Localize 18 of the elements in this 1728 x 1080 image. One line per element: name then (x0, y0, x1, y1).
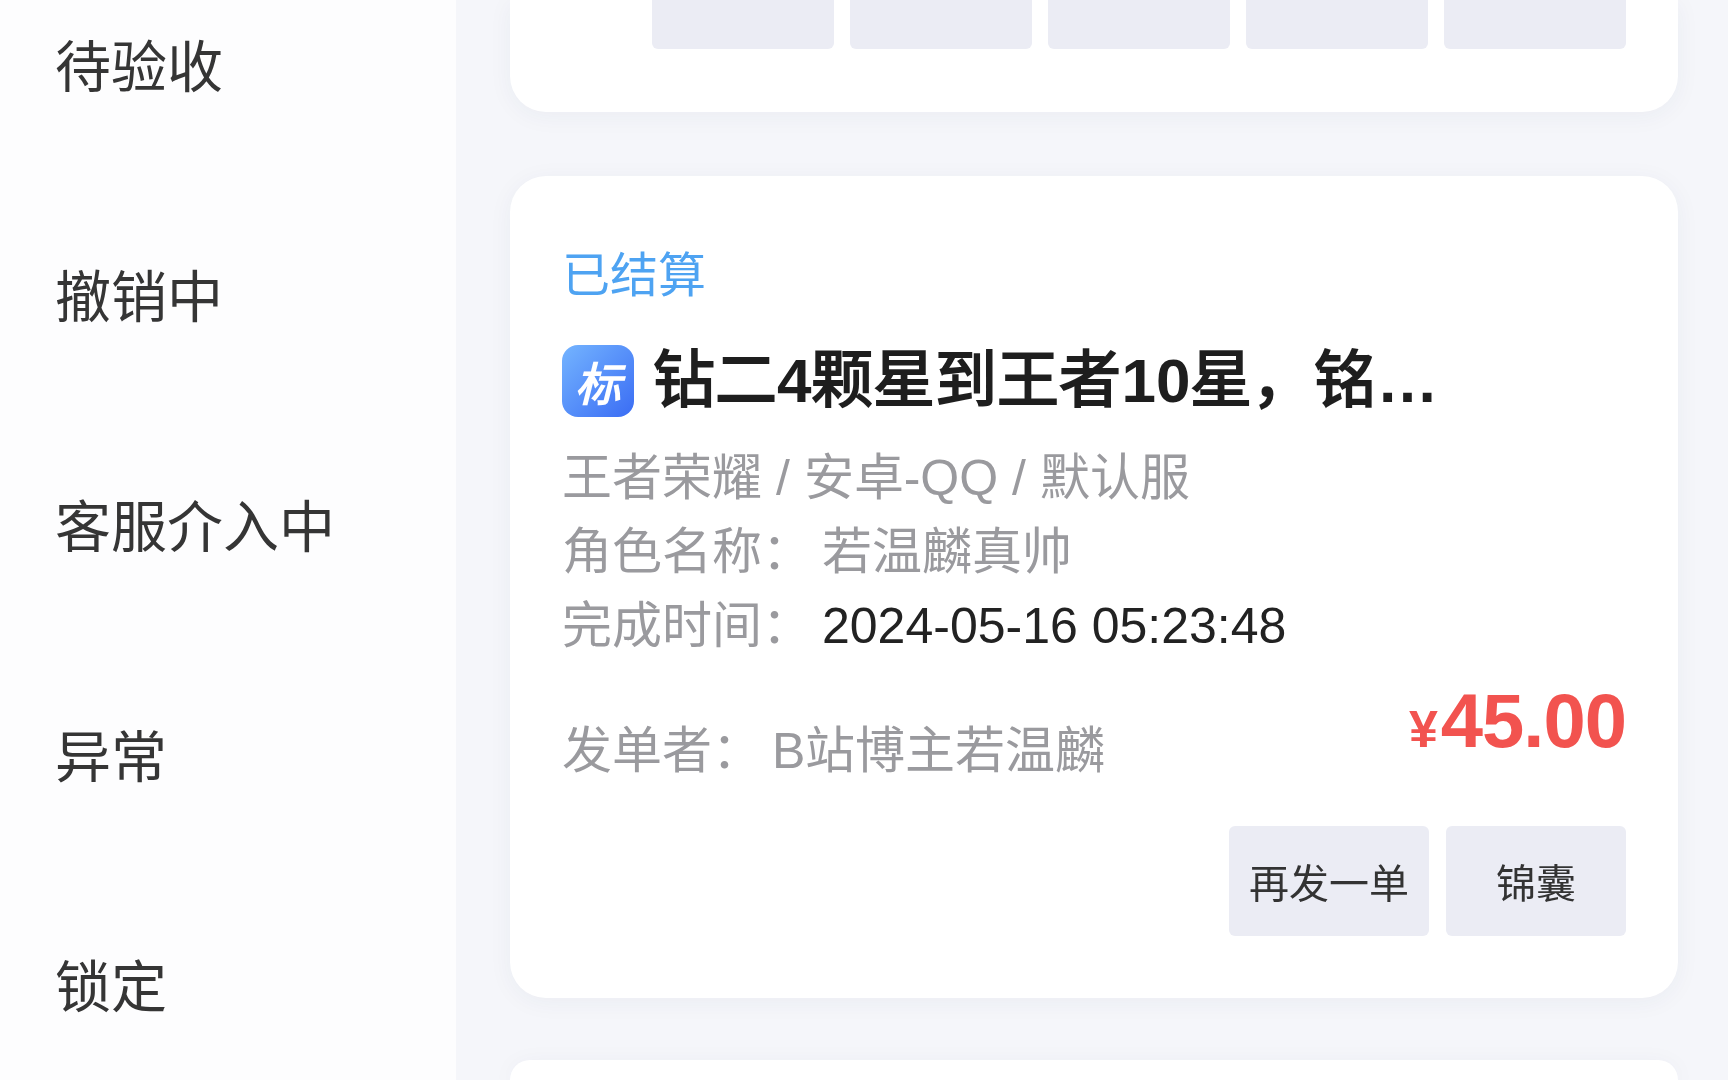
action-button[interactable]: 再发一单 (1229, 826, 1429, 936)
action-button[interactable]: 锦囊 (1446, 826, 1626, 936)
price: ¥45.00 (1408, 681, 1626, 765)
field-label: 完成时间： (562, 597, 812, 656)
standard-tag: 标 (562, 345, 634, 417)
sidebar-item[interactable]: 锁定 (55, 953, 167, 1023)
sidebar-item[interactable]: 客服介入中 (55, 493, 335, 563)
field-value: 2024-05-16 05:23:48 (822, 597, 1287, 656)
field-label: 角色名称： (562, 523, 812, 582)
order-title: 钻二4颗星到王者10星，铭… (653, 345, 1439, 417)
field-value: B站博主若温麟 (772, 722, 1106, 781)
game-info: 王者荣耀 / 安卓-QQ / 默认服 (562, 449, 1190, 508)
order-status: 已结算 (562, 248, 706, 304)
sidebar-item[interactable]: 待验收 (55, 33, 223, 103)
sidebar-item[interactable]: 异常 (55, 723, 167, 793)
field-value: 若温麟真帅 (822, 523, 1072, 582)
field-label: 发单者： (562, 722, 762, 781)
sidebar-item[interactable]: 撤销中 (55, 263, 223, 333)
